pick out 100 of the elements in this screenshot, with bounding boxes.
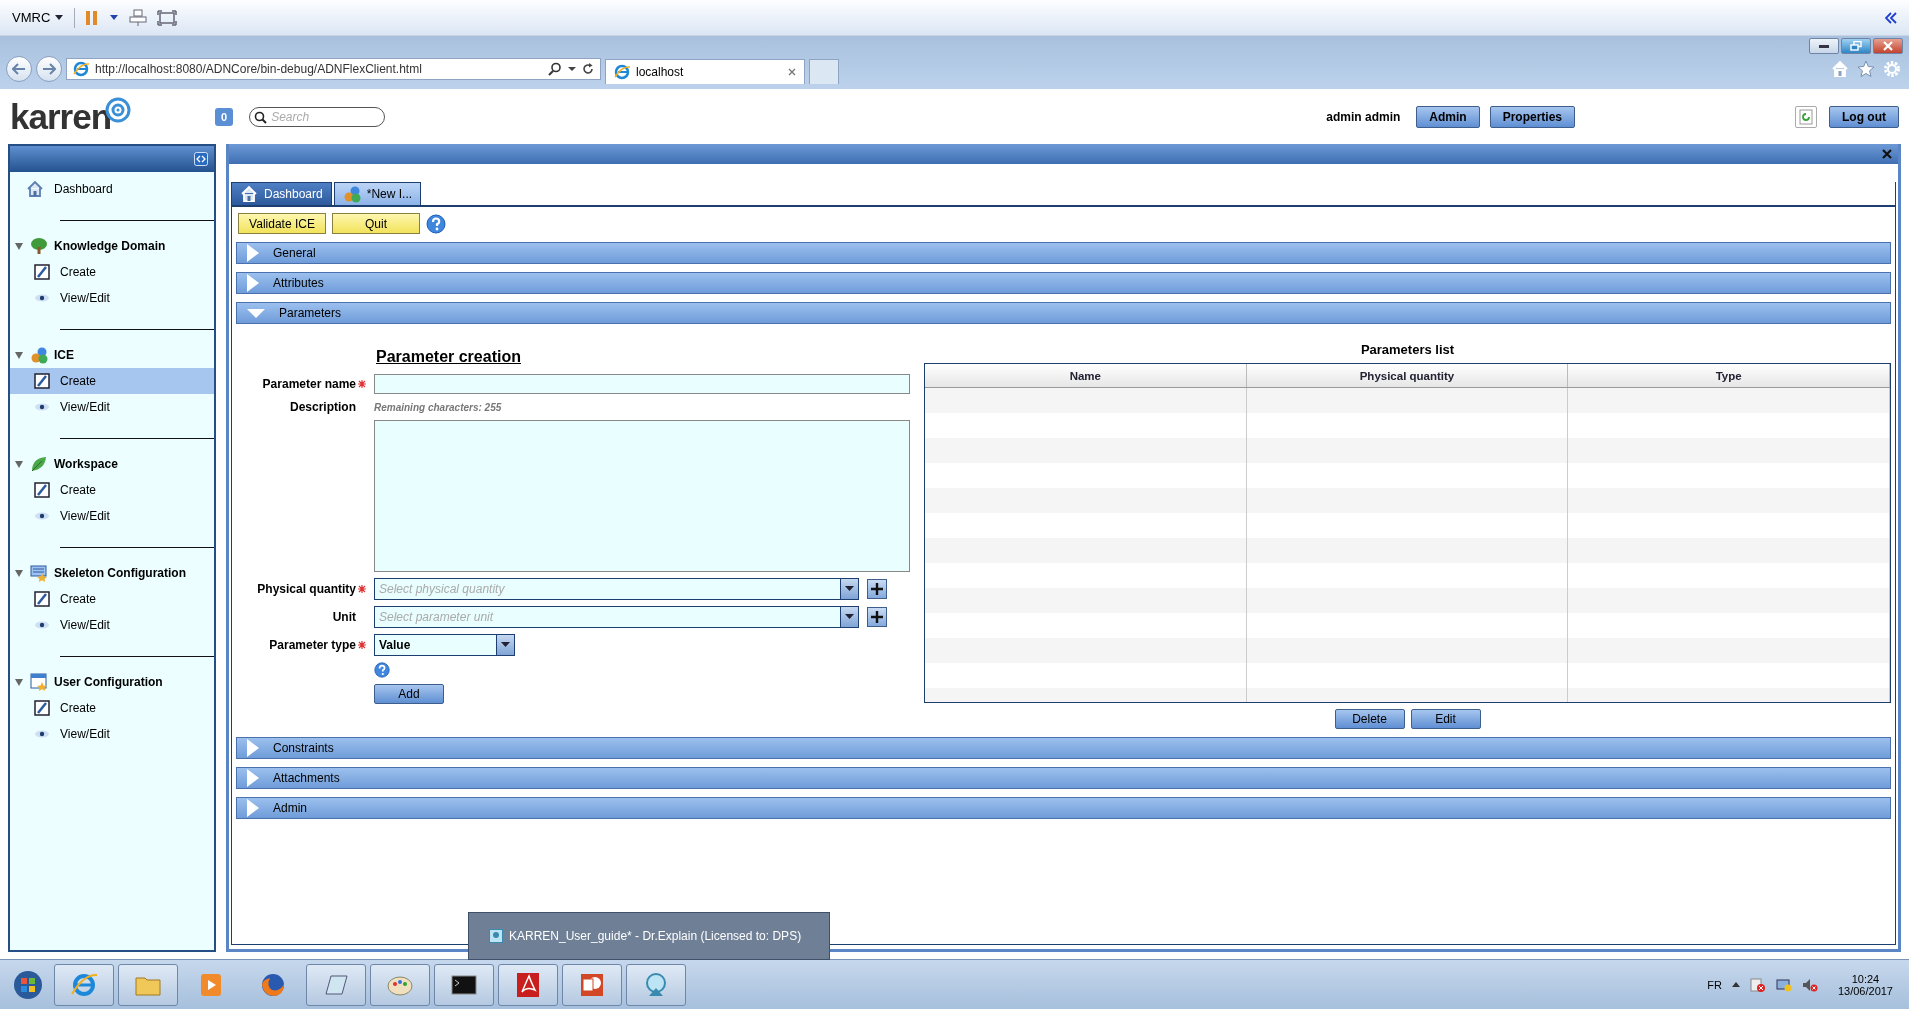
- user-name: admin admin: [1326, 109, 1401, 124]
- caret-icon[interactable]: [568, 65, 576, 73]
- speaker-icon[interactable]: [1801, 977, 1818, 992]
- close-icon[interactable]: [1882, 149, 1892, 159]
- collapse-icon[interactable]: [194, 152, 208, 166]
- sidebar-group[interactable]: Knowledge Domain: [10, 233, 214, 259]
- sidebar-item[interactable]: View/Edit: [10, 394, 214, 420]
- sidebar-item[interactable]: Create: [10, 368, 214, 394]
- add-button[interactable]: [867, 607, 887, 627]
- help-icon[interactable]: [374, 662, 390, 678]
- pencil-icon: [34, 264, 50, 280]
- sidebar-item[interactable]: View/Edit: [10, 721, 214, 747]
- sidebar-item[interactable]: Create: [10, 695, 214, 721]
- sidebar-item[interactable]: Dashboard: [10, 176, 214, 202]
- star-icon[interactable]: [1857, 60, 1875, 78]
- add-button[interactable]: Add: [374, 684, 444, 704]
- pencil-icon: [34, 373, 50, 389]
- expand-arrow-icon[interactable]: [14, 677, 24, 687]
- language-indicator[interactable]: FR: [1707, 978, 1722, 991]
- section-header[interactable]: Admin: [236, 797, 1891, 819]
- start-button[interactable]: [13, 969, 43, 1000]
- refresh-icon[interactable]: [582, 63, 594, 75]
- spheres-icon: [30, 346, 48, 364]
- vmrc-menu[interactable]: VMRC: [12, 10, 65, 25]
- input-field[interactable]: [374, 374, 910, 394]
- minimize-icon: [1819, 43, 1829, 49]
- caret-up-icon[interactable]: [1731, 981, 1740, 988]
- arrow-right-icon: [42, 63, 56, 75]
- section-header[interactable]: General: [236, 242, 1891, 264]
- field-label: Parameter type: [268, 638, 356, 652]
- refresh-button[interactable]: [1795, 105, 1817, 128]
- send-keys-icon[interactable]: [129, 8, 148, 27]
- network-icon[interactable]: [1775, 977, 1792, 992]
- field-label: Unit: [331, 610, 356, 624]
- pause-icon[interactable]: [85, 9, 100, 26]
- sidebar-item[interactable]: Create: [10, 259, 214, 285]
- header-button[interactable]: Properties: [1489, 105, 1575, 128]
- close-icon: [1883, 41, 1893, 51]
- caret-icon[interactable]: [109, 13, 120, 22]
- table-button[interactable]: Edit: [1410, 709, 1481, 729]
- browser-tab[interactable]: localhost: [605, 59, 805, 84]
- dropdown[interactable]: Value: [374, 634, 515, 656]
- section-header[interactable]: Attachments: [236, 767, 1891, 789]
- header-button[interactable]: Admin: [1416, 105, 1480, 128]
- expand-arrow-icon[interactable]: [14, 459, 24, 469]
- help-icon[interactable]: [426, 213, 446, 234]
- sidebar-group[interactable]: Skeleton Configuration: [10, 560, 214, 586]
- section-header[interactable]: Constraints: [236, 737, 1891, 759]
- minimize-button[interactable]: [1809, 38, 1839, 54]
- sidebar-item[interactable]: View/Edit: [10, 612, 214, 638]
- sidebar-item[interactable]: View/Edit: [10, 285, 214, 311]
- eye-icon: [34, 620, 50, 630]
- preview-title: KARREN_User_guide* - Dr.Explain (Licensed to: DPS): [509, 929, 802, 943]
- section-header[interactable]: Attributes: [236, 272, 1891, 294]
- description-field[interactable]: [374, 420, 910, 572]
- restore-icon: [1850, 41, 1862, 51]
- column-header[interactable]: Name: [925, 364, 1247, 387]
- expand-arrow-icon[interactable]: [14, 568, 24, 578]
- column-header[interactable]: Type: [1568, 364, 1890, 387]
- close-icon[interactable]: [788, 68, 796, 76]
- toolbar-button[interactable]: Validate ICE: [238, 213, 326, 234]
- forward-button[interactable]: [36, 56, 62, 82]
- expand-arrow-icon[interactable]: [14, 350, 24, 360]
- search-field[interactable]: Search: [249, 106, 386, 127]
- close-button[interactable]: [1873, 38, 1903, 54]
- eye-icon: [34, 402, 50, 412]
- expand-arrow-icon[interactable]: [14, 241, 24, 251]
- count-badge: 0: [215, 107, 234, 126]
- app-icon: [489, 929, 503, 943]
- flag-icon[interactable]: [1749, 977, 1766, 992]
- eye-icon: [34, 511, 50, 521]
- sidebar-group[interactable]: Workspace: [10, 451, 214, 477]
- table-title: Parameters list: [1360, 342, 1455, 357]
- sidebar-item[interactable]: Create: [10, 477, 214, 503]
- browser-logo-icon: [73, 61, 89, 77]
- sidebar-item[interactable]: View/Edit: [10, 503, 214, 529]
- logout-button[interactable]: Log out: [1829, 105, 1899, 128]
- tab[interactable]: Dashboard: [231, 182, 332, 205]
- column-header[interactable]: Physical quantity: [1246, 364, 1569, 387]
- logo-text: karren: [10, 96, 112, 137]
- back-button[interactable]: [6, 56, 32, 82]
- table-button[interactable]: Delete: [1334, 709, 1405, 729]
- clock-time: 10:24: [1851, 972, 1880, 985]
- pencil-icon: [34, 700, 50, 716]
- arrow-left-icon: [12, 63, 26, 75]
- caret-icon: [845, 614, 854, 620]
- home-icon[interactable]: [1831, 60, 1849, 78]
- address-bar[interactable]: http://localhost:8080/ADNCore/bin-debug/ADNFlexClient.html: [66, 58, 601, 80]
- add-button[interactable]: [867, 579, 887, 599]
- section-header[interactable]: Parameters: [236, 302, 1891, 324]
- double-chevron-icon[interactable]: [1885, 11, 1897, 24]
- restore-button[interactable]: [1841, 38, 1871, 54]
- toolbar-button[interactable]: Quit: [332, 213, 420, 234]
- sidebar-group[interactable]: User Configuration: [10, 669, 214, 695]
- search-icon[interactable]: [548, 62, 562, 76]
- fullscreen-icon[interactable]: [157, 9, 178, 26]
- sidebar-group[interactable]: ICE: [10, 342, 214, 368]
- plus-icon: [871, 611, 883, 623]
- tab[interactable]: *New I...: [333, 182, 422, 205]
- sidebar-item[interactable]: Create: [10, 586, 214, 612]
